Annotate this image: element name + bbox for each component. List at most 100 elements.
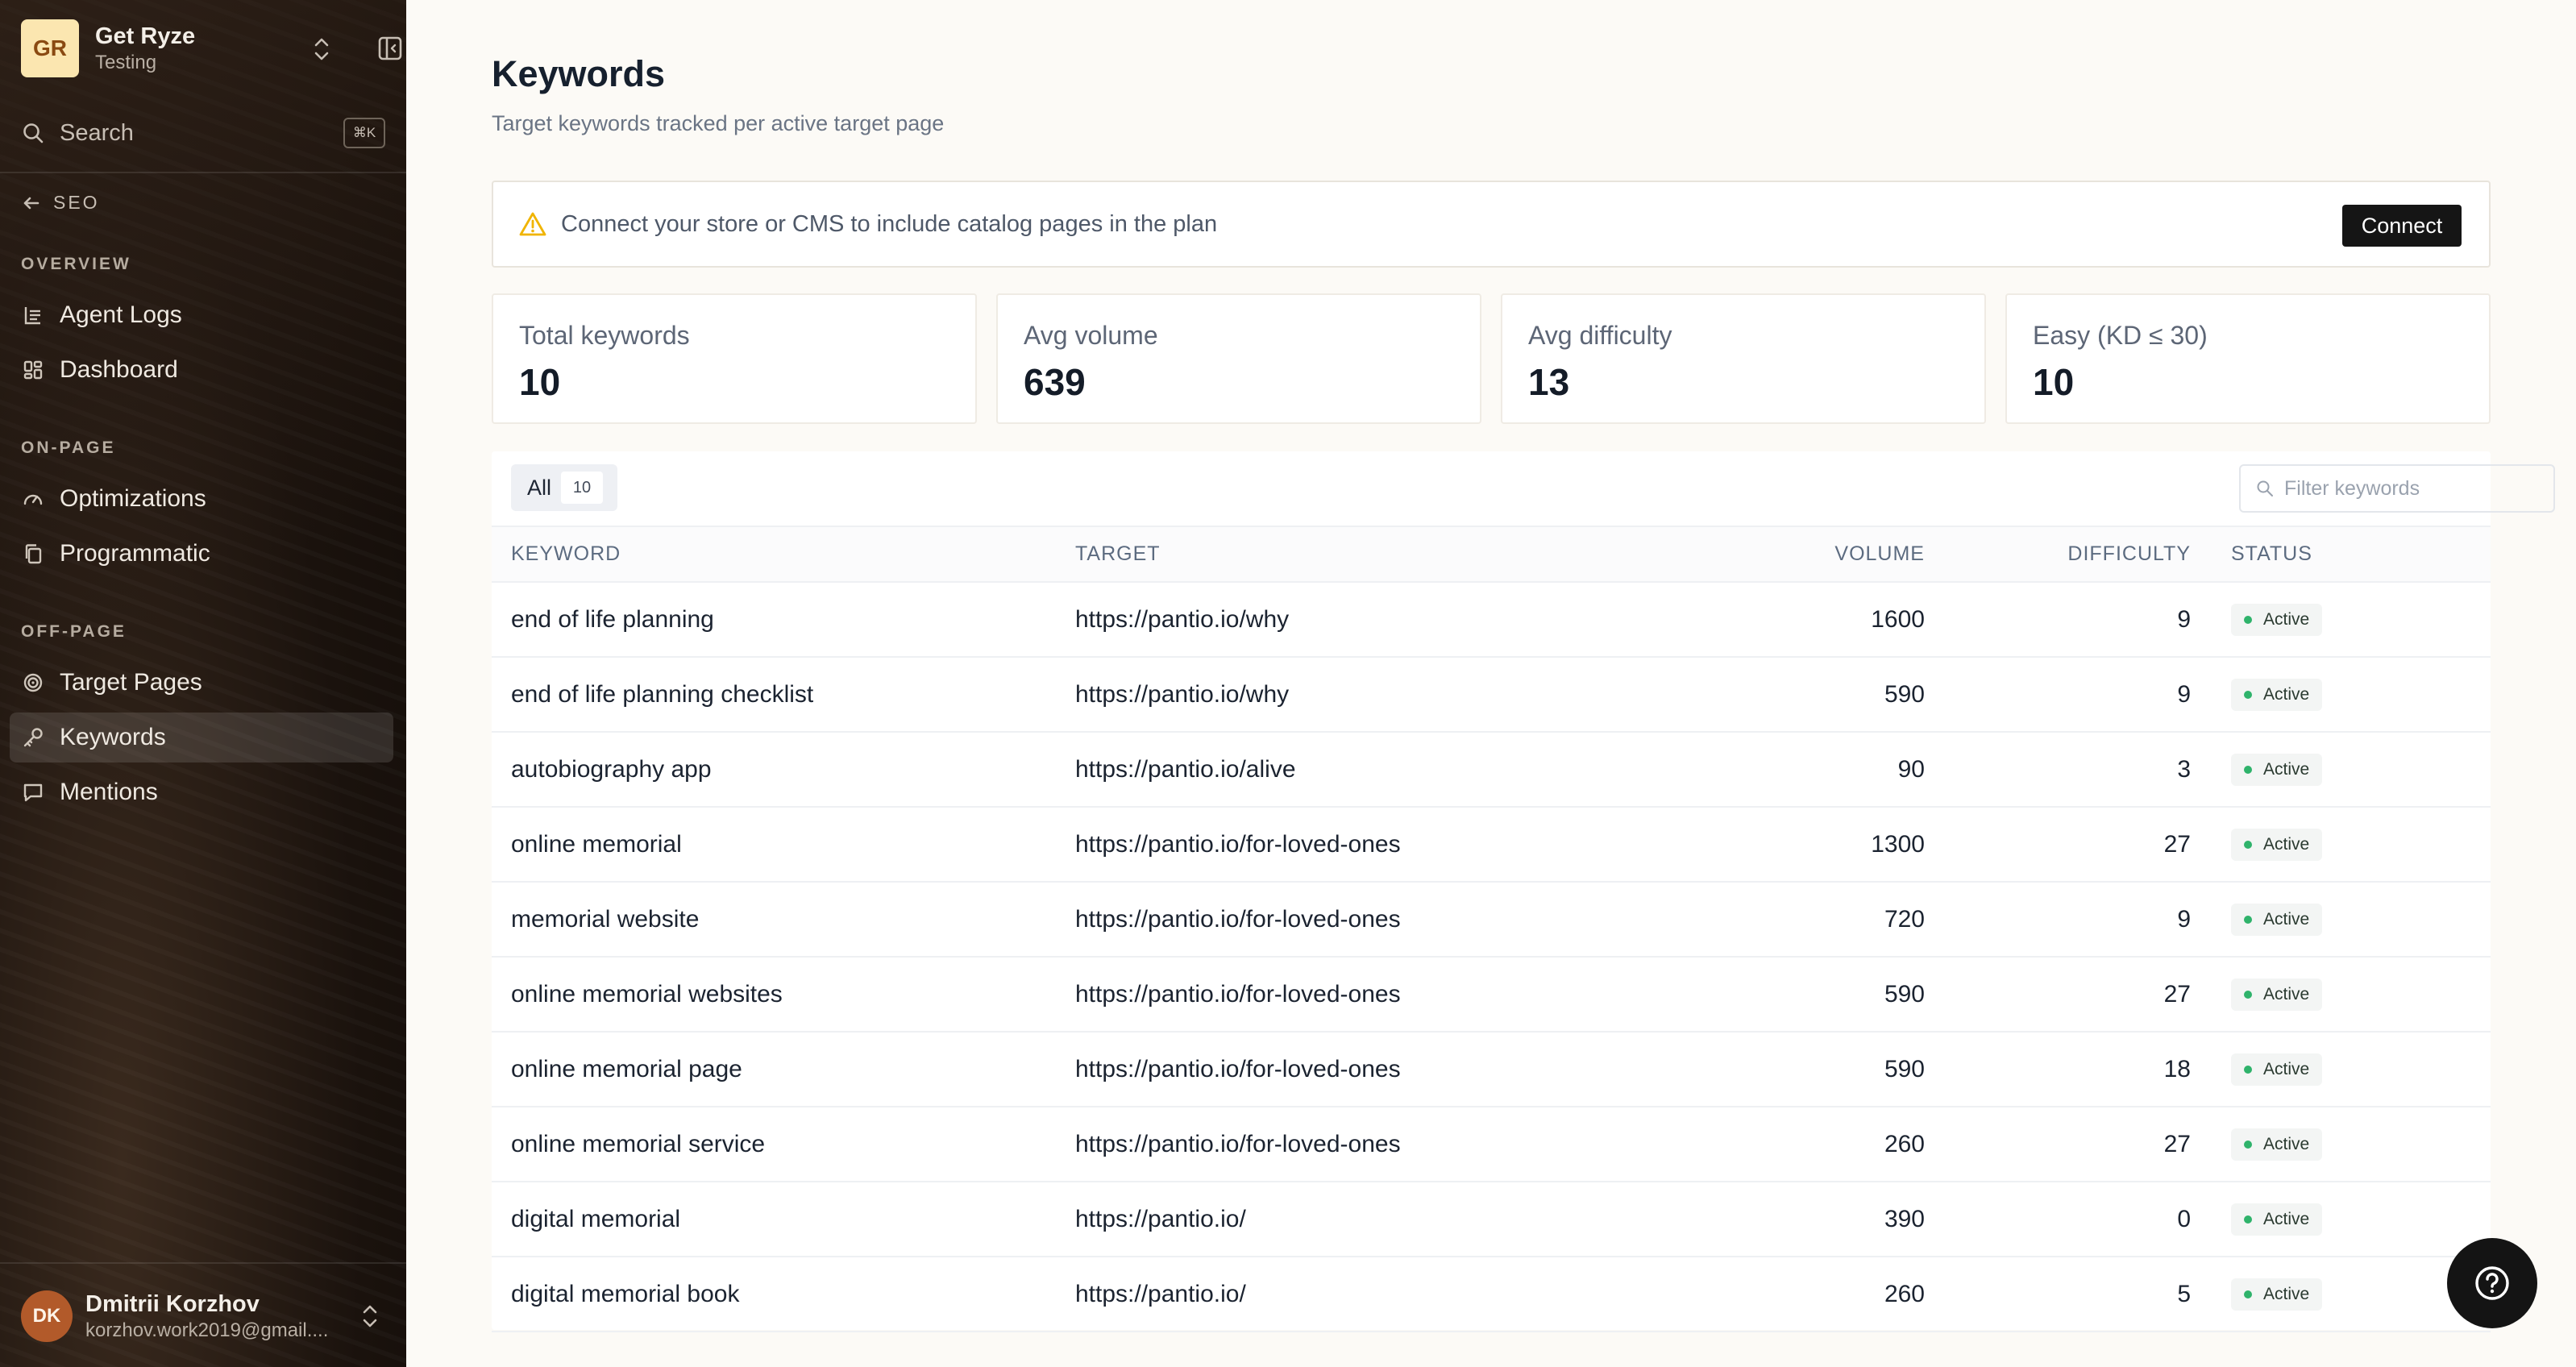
user-name: Dmitrii Korzhov	[85, 1291, 260, 1317]
column-header-keyword[interactable]: KEYWORD	[492, 527, 1075, 583]
search-icon	[2257, 480, 2273, 497]
user-menu[interactable]: DK Dmitrii Korzhov korzhov.work2019@gmai…	[21, 1288, 385, 1344]
table-row[interactable]: online memorial service https://pantio.i…	[492, 1107, 2491, 1182]
stat-value: 10	[2033, 361, 2075, 403]
message-icon	[23, 783, 43, 802]
target-cell[interactable]: https://pantio.io/alive	[1075, 732, 1659, 808]
volume-cell: 590	[1659, 657, 1925, 733]
sidebar-item-programmatic[interactable]: Programmatic	[10, 529, 393, 579]
workspace-logo: GR	[21, 19, 79, 77]
section-off-page: OFF-PAGE	[21, 622, 127, 641]
sidebar: GR Get Ryze Testing Search ⌘K SEO OVERVI…	[0, 0, 406, 1367]
copy-icon	[25, 544, 42, 564]
keyword-cell: end of life planning checklist	[492, 657, 1075, 733]
table-row[interactable]: end of life planning checklist https://p…	[492, 657, 2491, 733]
tab-label: All	[527, 475, 552, 500]
sidebar-item-label: Agent Logs	[60, 301, 182, 328]
volume-cell: 1300	[1659, 807, 1925, 883]
help-icon	[2475, 1266, 2509, 1300]
stat-card-avg-difficulty: Avg difficulty 13	[1501, 293, 1986, 424]
status-text: Active	[2263, 910, 2310, 929]
keyword-cell: memorial website	[492, 882, 1075, 958]
status-text: Active	[2263, 985, 2310, 1003]
column-header-volume[interactable]: VOLUME	[1659, 527, 1925, 583]
table-row[interactable]: online memorial websites https://pantio.…	[492, 957, 2491, 1033]
status-text: Active	[2263, 610, 2310, 629]
status-dot-icon	[2244, 766, 2252, 774]
sidebar-item-label: Keywords	[60, 724, 166, 750]
sidebar-item-mentions[interactable]: Mentions	[10, 767, 393, 817]
status-badge: Active	[2231, 679, 2323, 711]
sidebar-item-label: Optimizations	[60, 485, 206, 512]
table-row[interactable]: digital memorial book https://pantio.io/…	[492, 1257, 2491, 1332]
target-cell[interactable]: https://pantio.io/why	[1075, 657, 1659, 733]
difficulty-cell: 0	[1925, 1182, 2191, 1257]
difficulty-cell: 27	[1925, 807, 2191, 883]
tab-all[interactable]: All 10	[511, 464, 617, 511]
volume-cell: 590	[1659, 957, 1925, 1033]
table-row[interactable]: online memorial page https://pantio.io/f…	[492, 1032, 2491, 1107]
column-header-target[interactable]: TARGET	[1075, 527, 1659, 583]
back-to-seo-link[interactable]: SEO	[21, 192, 100, 214]
sidebar-collapse-icon[interactable]	[376, 34, 405, 63]
status-badge: Active	[2231, 1128, 2323, 1161]
target-cell[interactable]: https://pantio.io/	[1075, 1182, 1659, 1257]
column-header-status[interactable]: STATUS	[2191, 527, 2491, 583]
volume-cell: 260	[1659, 1107, 1925, 1182]
status-dot-icon	[2244, 616, 2252, 624]
sidebar-item-label: Programmatic	[60, 540, 210, 567]
connect-button[interactable]: Connect	[2342, 205, 2462, 247]
warning-icon	[519, 212, 546, 236]
filter-keywords[interactable]	[2239, 464, 2555, 513]
status-badge: Active	[2231, 904, 2323, 936]
back-label: SEO	[53, 192, 100, 213]
sidebar-item-dashboard[interactable]: Dashboard	[10, 345, 393, 395]
avatar: DK	[21, 1290, 73, 1342]
filter-input[interactable]	[2284, 476, 2542, 501]
stat-card-total-keywords: Total keywords 10	[492, 293, 977, 424]
keyword-cell: online memorial page	[492, 1032, 1075, 1107]
difficulty-cell: 27	[1925, 957, 2191, 1033]
target-cell[interactable]: https://pantio.io/	[1075, 1257, 1659, 1332]
stat-value: 10	[519, 361, 561, 403]
status-dot-icon	[2244, 1290, 2252, 1298]
target-cell[interactable]: https://pantio.io/for-loved-ones	[1075, 957, 1659, 1033]
table-row[interactable]: digital memorial https://pantio.io/ 390 …	[492, 1182, 2491, 1257]
table-row[interactable]: memorial website https://pantio.io/for-l…	[492, 882, 2491, 958]
help-button[interactable]	[2447, 1238, 2537, 1328]
sidebar-search[interactable]: Search ⌘K	[21, 113, 385, 153]
sidebar-item-keywords[interactable]: Keywords	[10, 713, 393, 762]
status-text: Active	[2263, 760, 2310, 779]
volume-cell: 390	[1659, 1182, 1925, 1257]
difficulty-cell: 27	[1925, 1107, 2191, 1182]
chevron-up-down-icon[interactable]	[358, 1303, 382, 1330]
chevron-up-down-icon[interactable]	[310, 35, 334, 63]
difficulty-cell: 9	[1925, 582, 2191, 658]
target-cell[interactable]: https://pantio.io/for-loved-ones	[1075, 1107, 1659, 1182]
status-badge: Active	[2231, 1053, 2323, 1086]
keyword-cell: online memorial service	[492, 1107, 1075, 1182]
target-cell[interactable]: https://pantio.io/for-loved-ones	[1075, 1032, 1659, 1107]
table-header-row: KEYWORD TARGET VOLUME DIFFICULTY STATUS	[492, 527, 2491, 583]
stat-value: 639	[1024, 361, 1086, 403]
status-text: Active	[2263, 1135, 2310, 1153]
target-cell[interactable]: https://pantio.io/why	[1075, 582, 1659, 658]
search-label: Search	[60, 119, 134, 146]
column-header-difficulty[interactable]: DIFFICULTY	[1925, 527, 2191, 583]
stat-label: Avg difficulty	[1528, 321, 1672, 350]
table-row[interactable]: autobiography app https://pantio.io/aliv…	[492, 732, 2491, 808]
sidebar-item-agent-logs[interactable]: Agent Logs	[10, 290, 393, 340]
workspace-switcher[interactable]: GR Get Ryze Testing	[21, 19, 402, 77]
sidebar-item-target-pages[interactable]: Target Pages	[10, 658, 393, 708]
target-cell[interactable]: https://pantio.io/for-loved-ones	[1075, 882, 1659, 958]
table-row[interactable]: online memorial https://pantio.io/for-lo…	[492, 807, 2491, 883]
keywords-table-card: All 10 KEYWORD TARGET VOLUME DIFFICULTY …	[492, 451, 2555, 1332]
workspace-name: Get Ryze	[95, 23, 196, 49]
table-row[interactable]: end of life planning https://pantio.io/w…	[492, 582, 2491, 658]
section-on-page: ON-PAGE	[21, 438, 116, 457]
sidebar-item-optimizations[interactable]: Optimizations	[10, 474, 393, 524]
status-dot-icon	[2244, 1066, 2252, 1074]
search-icon	[23, 123, 44, 143]
stat-card-avg-volume: Avg volume 639	[996, 293, 1481, 424]
target-cell[interactable]: https://pantio.io/for-loved-ones	[1075, 807, 1659, 883]
